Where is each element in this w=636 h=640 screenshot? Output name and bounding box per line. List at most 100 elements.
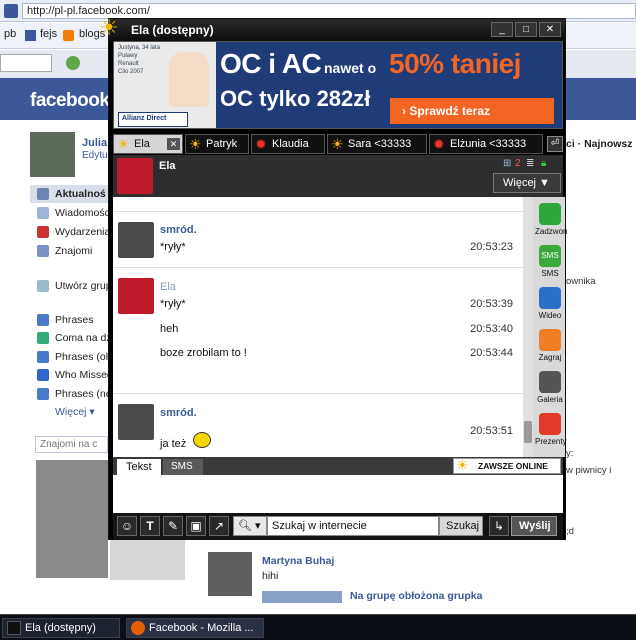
action-label: Wideo (538, 311, 562, 320)
nav-app-4[interactable]: Who Missed (55, 369, 113, 381)
emoticon-button[interactable]: ☺ (117, 516, 137, 536)
tools-icon[interactable]: ✎ (163, 516, 183, 536)
search-button[interactable]: Szukaj (439, 516, 483, 536)
taskbar-chat-window[interactable]: Ela (dostępny) (2, 618, 120, 638)
taskbar-label: Facebook - Mozilla ... (149, 622, 254, 634)
chat-toolbar: ☺ T ✎ ▣ ↗ 🔍︎ ▾ Szukaj w internecie Szuka… (113, 513, 563, 539)
action-label: Prezenty (535, 437, 567, 446)
sun-status-icon: ☀ (331, 136, 344, 152)
taskbar-firefox[interactable]: Facebook - Mozilla ... (126, 618, 264, 638)
nav-events[interactable]: Wydarzenia (55, 226, 110, 238)
search-engine-select[interactable]: 🔍︎ ▾ (233, 516, 267, 536)
profile-avatar[interactable] (30, 132, 75, 177)
emoticon-icon (193, 432, 211, 448)
message-scrollbar[interactable] (523, 197, 533, 457)
app-icon (37, 369, 49, 381)
app-icon (37, 388, 49, 400)
nav-news-feed[interactable]: Aktualnoś (55, 188, 106, 200)
ad-caption: Justyna, 34 lata Puławy Renault Clio 200… (118, 44, 160, 76)
post-link[interactable]: Na grupę obłożona grupka (350, 590, 482, 602)
nav-app-3[interactable]: Phrases (olc (55, 351, 113, 363)
tab-close-icon[interactable]: ✕ (167, 138, 180, 150)
bookmark-fejs[interactable]: fejs (40, 28, 57, 40)
ad-headline-2: OC tylko 282zł (220, 86, 371, 111)
feed-sort-links[interactable]: ci · Najnowsz (566, 138, 633, 150)
sender-avatar[interactable] (118, 404, 154, 440)
maximize-button[interactable]: □ (515, 22, 537, 37)
nav-app-5[interactable]: Phrases (ne (55, 388, 112, 400)
gallery-action[interactable]: Galeria (535, 371, 565, 404)
video-action[interactable]: Wideo (535, 287, 565, 320)
tab-ela[interactable]: ☀ Ela ✕ (113, 134, 183, 154)
ad-cta-button[interactable]: › Sprawdź teraz (390, 98, 554, 124)
more-button[interactable]: Więcej ▼ (493, 173, 561, 193)
message-sender[interactable]: smród. (160, 224, 197, 236)
web-search-input[interactable]: Szukaj w internecie (267, 516, 439, 536)
tab-patryk[interactable]: ☀ Patryk (185, 134, 249, 154)
red-status-icon: ✹ (255, 136, 267, 152)
conversation-tabs: ☀ Ela ✕ ☀ Patryk ✹ Klaudia ☀ Sara <33333… (113, 134, 563, 155)
gifts-action[interactable]: Prezenty (535, 413, 567, 446)
action-label: SMS (541, 269, 559, 278)
sms-action[interactable]: SMS SMS (535, 245, 565, 278)
image-icon[interactable]: ▣ (186, 516, 206, 536)
ad-banner[interactable]: Justyna, 34 lata Puławy Renault Clio 200… (113, 41, 563, 129)
friend-thumbnail[interactable] (110, 540, 185, 580)
message-sender[interactable]: Ela (160, 281, 176, 293)
always-online-badge[interactable]: ZAWSZE ONLINE (453, 458, 561, 474)
post-author[interactable]: Martyna Buhaj (262, 555, 334, 567)
lock-icon[interactable]: 🔒︎ (541, 158, 546, 169)
chat-titlebar[interactable]: ☀ Ela (dostępny) _ □ ✕ (99, 15, 565, 41)
play-action[interactable]: Zagraj (535, 329, 565, 362)
create-group-icon (37, 280, 49, 292)
message-sender[interactable]: smród. (160, 407, 197, 419)
message-text: *ryły* (160, 298, 186, 310)
ad-photo-panel: Justyna, 34 lata Puławy Renault Clio 200… (114, 42, 216, 128)
tab-label: Patryk (206, 138, 238, 150)
group-icon[interactable]: ⊞ (503, 158, 511, 169)
facebook-logo[interactable]: facebook (30, 90, 110, 112)
contact-avatar[interactable] (117, 158, 153, 194)
share-icon[interactable]: ↗ (209, 516, 229, 536)
dropdown-field[interactable] (0, 54, 52, 72)
send-button[interactable]: Wyślij (511, 516, 557, 536)
feed-snippet: ownika (566, 276, 596, 287)
profile-name[interactable]: Julia (82, 137, 107, 149)
message-time: 20:53:44 (470, 347, 513, 359)
close-button[interactable]: ✕ (539, 22, 561, 37)
post-avatar[interactable] (208, 552, 252, 596)
profile-edit-link[interactable]: Edytu (82, 150, 108, 161)
enter-icon[interactable]: ↳ (489, 516, 509, 536)
action-label: Zagraj (538, 353, 562, 362)
tab-text[interactable]: Tekst (117, 459, 161, 475)
action-label: Zadzwoń (535, 227, 568, 236)
friends-search-input[interactable]: Znajomi na c (35, 436, 108, 453)
call-action[interactable]: Zadzwoń (535, 203, 568, 236)
nav-more[interactable]: Więcej ▾ (55, 406, 95, 418)
tab-klaudia[interactable]: ✹ Klaudia (251, 134, 325, 154)
text-format-button[interactable]: T (140, 516, 160, 536)
tabs-back-icon[interactable]: ⏎ (547, 136, 563, 152)
nav-app-1[interactable]: Phrases (55, 314, 94, 326)
taskbar: Ela (dostępny) Facebook - Mozilla ... (0, 614, 636, 640)
sender-avatar[interactable] (118, 222, 154, 258)
notes-icon[interactable]: ≣ (526, 158, 534, 169)
tab-sara[interactable]: ☀ Sara <33333 (327, 134, 427, 154)
post-attachment[interactable] (262, 591, 342, 603)
sun-logo-icon: ☀ (99, 15, 119, 40)
tab-elzunia[interactable]: ✹ Elżunia <33333 (429, 134, 543, 154)
contact-name: Ela (159, 160, 176, 172)
nav-friends[interactable]: Znajomi (55, 245, 92, 257)
message-input[interactable] (113, 475, 563, 513)
app-icon (37, 314, 49, 326)
bookmark-pb[interactable]: pb (4, 28, 16, 40)
nav-app-2[interactable]: Coma na dzi (55, 332, 114, 344)
nav-messages[interactable]: Wiadomości (55, 207, 112, 219)
globe-icon[interactable] (66, 56, 80, 70)
nav-create-group[interactable]: Utwórz grup (55, 280, 112, 292)
tab-sms[interactable]: SMS (163, 459, 203, 475)
scrollbar-thumb[interactable] (524, 421, 532, 443)
minimize-button[interactable]: _ (491, 22, 513, 37)
ad-caption-line: Puławy (118, 53, 138, 59)
sender-avatar[interactable] (118, 278, 154, 314)
